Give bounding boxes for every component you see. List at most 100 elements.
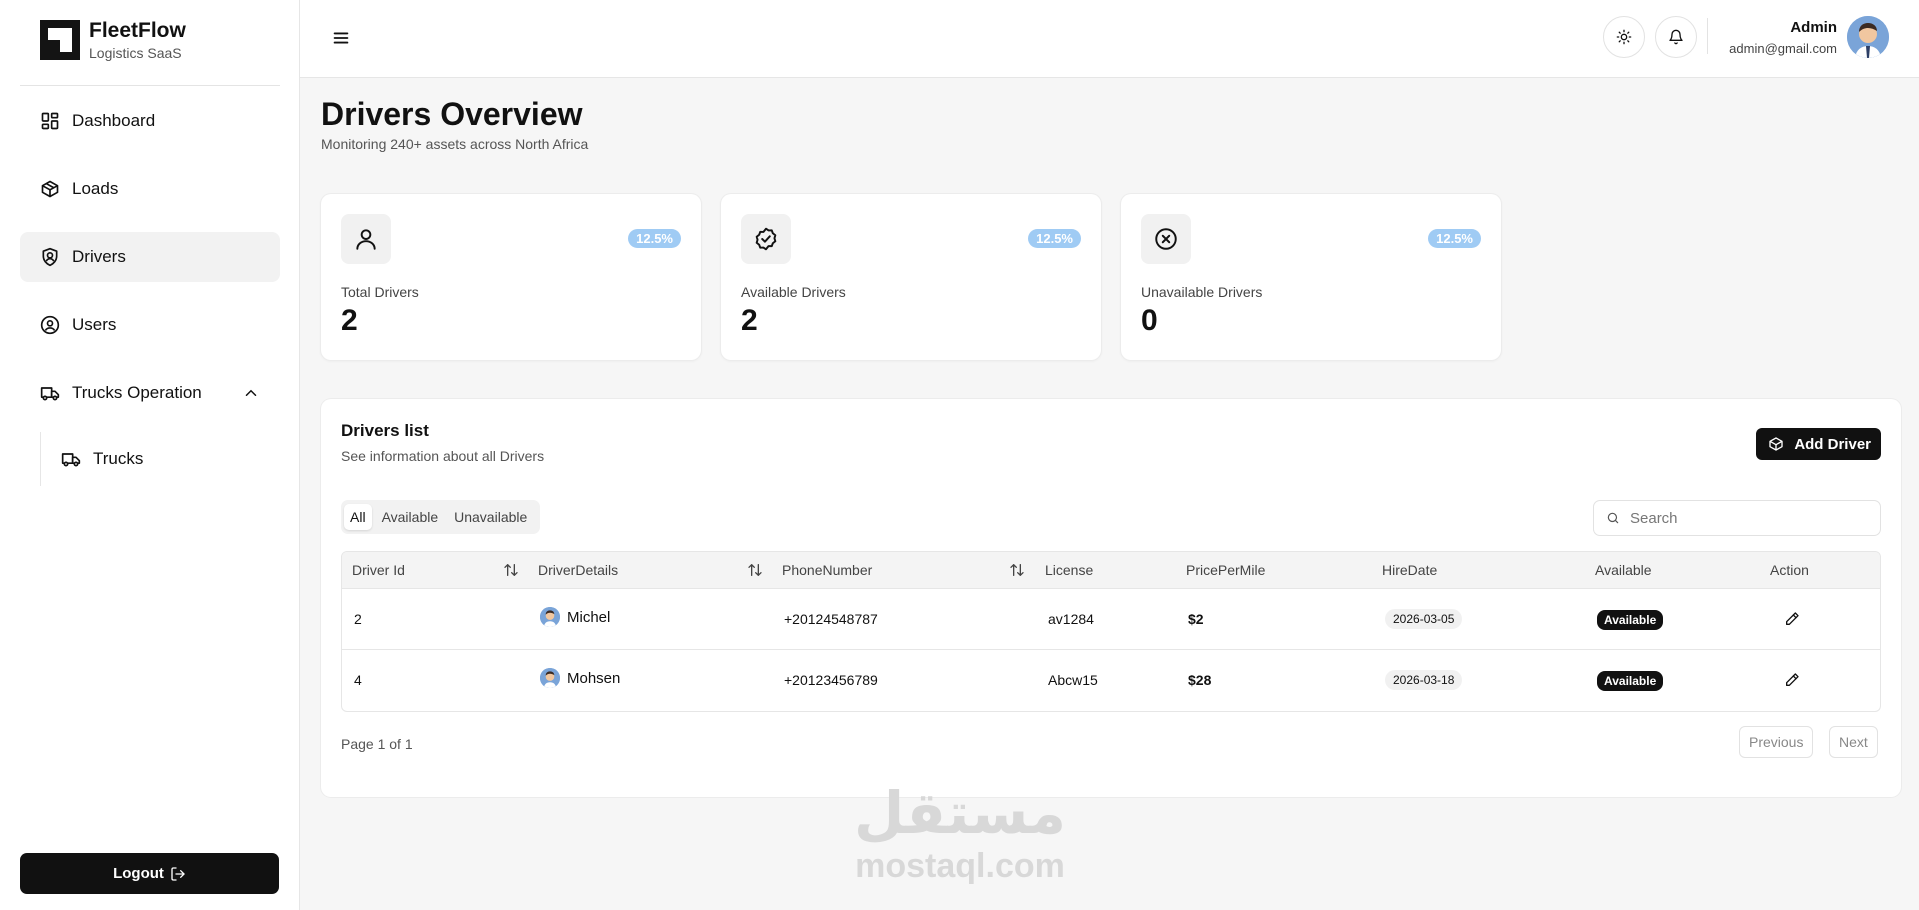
sidebar-item-users[interactable]: Users bbox=[20, 300, 280, 350]
user-info[interactable]: Admin admin@gmail.com bbox=[1729, 18, 1837, 58]
column-header-price-per-mile: PricePerMile bbox=[1186, 562, 1266, 578]
change-badge: 12.5% bbox=[1428, 229, 1481, 248]
driver-name: Michel bbox=[567, 608, 611, 626]
brand-name: FleetFlow bbox=[89, 19, 186, 42]
badge-check-icon bbox=[755, 227, 777, 251]
sidebar-nav: Dashboard Loads Drivers Users Trucks Ope… bbox=[20, 96, 280, 436]
sidebar-item-label: Users bbox=[72, 315, 117, 334]
logout-button[interactable]: Logout bbox=[20, 853, 279, 894]
license: Abcw15 bbox=[1048, 672, 1098, 688]
theme-toggle-button[interactable] bbox=[1603, 16, 1645, 58]
phone-number: +20124548787 bbox=[784, 611, 878, 627]
sidebar-item-loads[interactable]: Loads bbox=[20, 164, 280, 214]
column-header-action: Action bbox=[1770, 562, 1809, 578]
stat-icon-box bbox=[341, 214, 391, 264]
add-driver-button[interactable]: Add Driver bbox=[1756, 428, 1881, 460]
sidebar-item-label: Dashboard bbox=[72, 111, 156, 130]
hire-date-badge: 2026-03-05 bbox=[1385, 609, 1463, 629]
table-header: Driver Id DriverDetails PhoneNumber Lice… bbox=[342, 552, 1880, 589]
topbar: Admin admin@gmail.com bbox=[300, 0, 1919, 78]
stat-card-total-drivers: 12.5% Total Drivers 2 bbox=[321, 194, 701, 360]
column-header-driver-id[interactable]: Driver Id bbox=[352, 562, 405, 578]
tab-unavailable[interactable]: Unavailable bbox=[448, 504, 533, 530]
stat-value: 2 bbox=[341, 304, 358, 337]
column-header-hire-date: HireDate bbox=[1382, 562, 1438, 578]
phone-number: +20123456789 bbox=[784, 672, 878, 688]
stat-label: Total Drivers bbox=[341, 284, 419, 300]
driver-name: Mohsen bbox=[567, 669, 621, 687]
sidebar-subitem-trucks[interactable]: Trucks bbox=[40, 432, 280, 486]
driver-details: Michel bbox=[540, 607, 610, 627]
status-badge: Available bbox=[1597, 610, 1664, 630]
next-button[interactable]: Next bbox=[1829, 726, 1878, 758]
column-header-license: License bbox=[1045, 562, 1094, 578]
menu-icon[interactable] bbox=[330, 27, 352, 49]
drivers-table: Driver Id DriverDetails PhoneNumber Lice… bbox=[341, 551, 1881, 712]
sidebar: FleetFlow Logistics SaaS Dashboard Loads… bbox=[0, 0, 300, 910]
sidebar-item-label: Trucks Operation bbox=[72, 383, 202, 402]
column-header-available: Available bbox=[1595, 562, 1652, 578]
bell-icon bbox=[1669, 29, 1683, 45]
sidebar-item-label: Loads bbox=[72, 179, 119, 198]
shield-icon bbox=[42, 247, 58, 267]
stat-icon-box bbox=[1141, 214, 1191, 264]
panel-subtitle: See information about all Drivers bbox=[341, 448, 545, 464]
watermark-latin: mostaql.com bbox=[855, 847, 1065, 885]
driver-details: Mohsen bbox=[540, 668, 620, 688]
tab-available[interactable]: Available bbox=[376, 504, 445, 530]
driver-id: 4 bbox=[354, 672, 362, 688]
stat-icon-box bbox=[741, 214, 791, 264]
tab-all[interactable]: All bbox=[344, 504, 372, 530]
stat-card-available-drivers: 12.5% Available Drivers 2 bbox=[721, 194, 1101, 360]
table-row[interactable]: 2 Michel +20124548787 av1284 $2 2026-03-… bbox=[342, 589, 1880, 650]
panel-title: Drivers list bbox=[341, 421, 429, 440]
brand[interactable]: FleetFlow Logistics SaaS bbox=[40, 18, 186, 62]
column-header-phone-number[interactable]: PhoneNumber bbox=[782, 562, 872, 578]
notifications-button[interactable] bbox=[1655, 16, 1697, 58]
user-email: admin@gmail.com bbox=[1729, 41, 1837, 56]
stat-value: 0 bbox=[1141, 304, 1158, 337]
watermark-arabic: مستقل bbox=[853, 779, 1067, 847]
page-subtitle: Monitoring 240+ assets across North Afri… bbox=[321, 136, 589, 152]
search-input[interactable] bbox=[1630, 509, 1870, 527]
sidebar-item-trucks-operation[interactable]: Trucks Operation bbox=[20, 368, 280, 418]
change-badge: 12.5% bbox=[628, 229, 681, 248]
sidebar-item-dashboard[interactable]: Dashboard bbox=[20, 96, 280, 146]
page-title: Drivers Overview bbox=[321, 96, 583, 132]
brand-subtitle: Logistics SaaS bbox=[89, 45, 182, 61]
search-box[interactable] bbox=[1593, 500, 1881, 536]
sidebar-item-label: Drivers bbox=[72, 247, 126, 266]
stat-card-unavailable-drivers: 12.5% Unavailable Drivers 0 bbox=[1121, 194, 1501, 360]
sun-icon bbox=[1616, 29, 1632, 45]
divider bbox=[20, 85, 280, 86]
column-header-driver-details[interactable]: DriverDetails bbox=[538, 562, 618, 578]
truck-icon bbox=[61, 453, 81, 467]
previous-button[interactable]: Previous bbox=[1739, 726, 1814, 758]
sort-icon[interactable] bbox=[1009, 562, 1025, 578]
avatar[interactable] bbox=[1847, 16, 1889, 58]
box-icon bbox=[41, 180, 59, 198]
truck-icon bbox=[40, 387, 60, 401]
price-per-mile: $28 bbox=[1188, 672, 1212, 688]
table-row[interactable]: 4 Mohsen +20123456789 Abcw15 $28 2026-03… bbox=[342, 650, 1880, 711]
edit-icon[interactable] bbox=[1784, 611, 1800, 627]
drivers-list-panel: Drivers list See information about all D… bbox=[321, 399, 1901, 797]
driver-id: 2 bbox=[354, 611, 362, 627]
avatar bbox=[540, 607, 560, 627]
logout-label: Logout bbox=[113, 865, 164, 882]
brand-logo bbox=[40, 20, 80, 60]
user-circle-icon bbox=[40, 315, 60, 335]
sort-icon[interactable] bbox=[747, 562, 763, 578]
dashboard-icon bbox=[41, 112, 59, 130]
sidebar-subitem-label: Trucks bbox=[93, 449, 144, 468]
sidebar-item-drivers[interactable]: Drivers bbox=[20, 232, 280, 282]
logout-icon bbox=[171, 866, 185, 881]
user-name: Admin bbox=[1790, 19, 1837, 36]
chevron-up-icon[interactable] bbox=[242, 384, 260, 402]
stat-label: Available Drivers bbox=[741, 284, 846, 300]
circle-x-icon bbox=[1155, 228, 1177, 250]
sort-icon[interactable] bbox=[503, 562, 519, 578]
search-icon bbox=[1607, 512, 1619, 524]
edit-icon[interactable] bbox=[1784, 672, 1800, 688]
stat-value: 2 bbox=[741, 304, 758, 337]
